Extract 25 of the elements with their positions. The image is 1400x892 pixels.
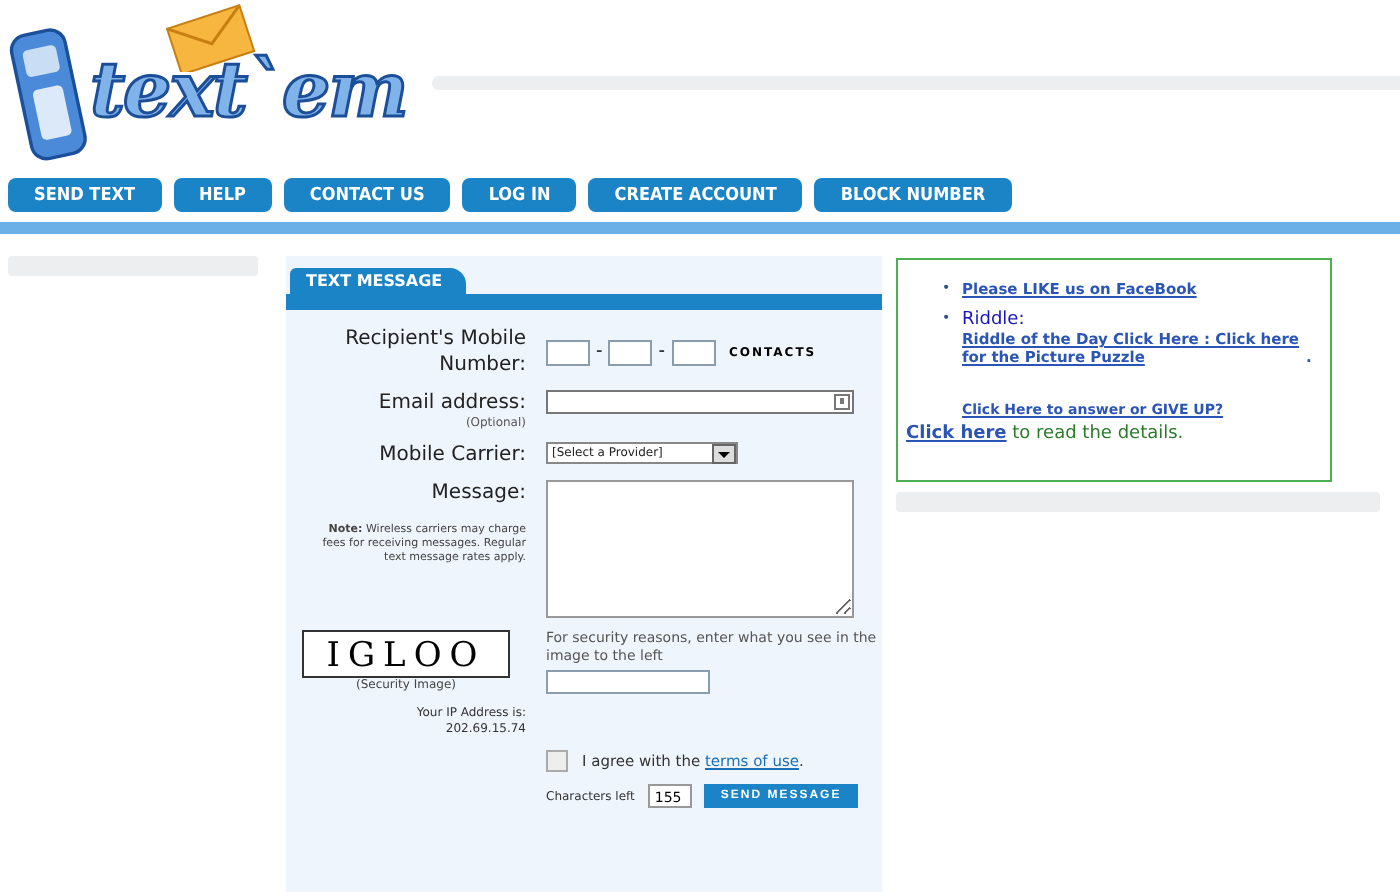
agree-checkbox[interactable]: [546, 750, 568, 772]
phone-field[interactable]: [608, 339, 653, 365]
nav-button[interactable]: LOG IN: [462, 178, 577, 212]
nav-button[interactable]: SEND TEXT: [8, 178, 162, 212]
separator-text: -: [596, 342, 603, 362]
captcha-image: IGLOO: [302, 630, 510, 678]
field-label: Email address:: [378, 390, 526, 416]
nav-button[interactable]: HELP: [173, 178, 272, 212]
captcha-field[interactable]: [546, 670, 710, 694]
details-text: Click here to read the details.: [906, 424, 1186, 444]
details-link[interactable]: Click here: [906, 424, 1007, 444]
message-field[interactable]: [546, 480, 854, 618]
nav-button[interactable]: CREATE ACCOUNT: [588, 178, 803, 212]
field-label: Recipient's Mobile Number:: [343, 326, 526, 378]
contact-card-icon: [834, 394, 850, 410]
riddle-title: Riddle:: [962, 310, 1025, 330]
logo-text: text`em: [90, 44, 407, 134]
email-field[interactable]: [546, 390, 854, 414]
field-label: Mobile Carrier:: [377, 442, 526, 468]
nav-button[interactable]: BLOCK NUMBER: [814, 178, 1012, 212]
nav-button[interactable]: CONTACT US: [283, 178, 451, 212]
phone-field[interactable]: [546, 339, 590, 365]
field-label: Message:: [431, 480, 526, 506]
phone-field[interactable]: [671, 339, 715, 365]
separator-text: -: [658, 342, 665, 362]
